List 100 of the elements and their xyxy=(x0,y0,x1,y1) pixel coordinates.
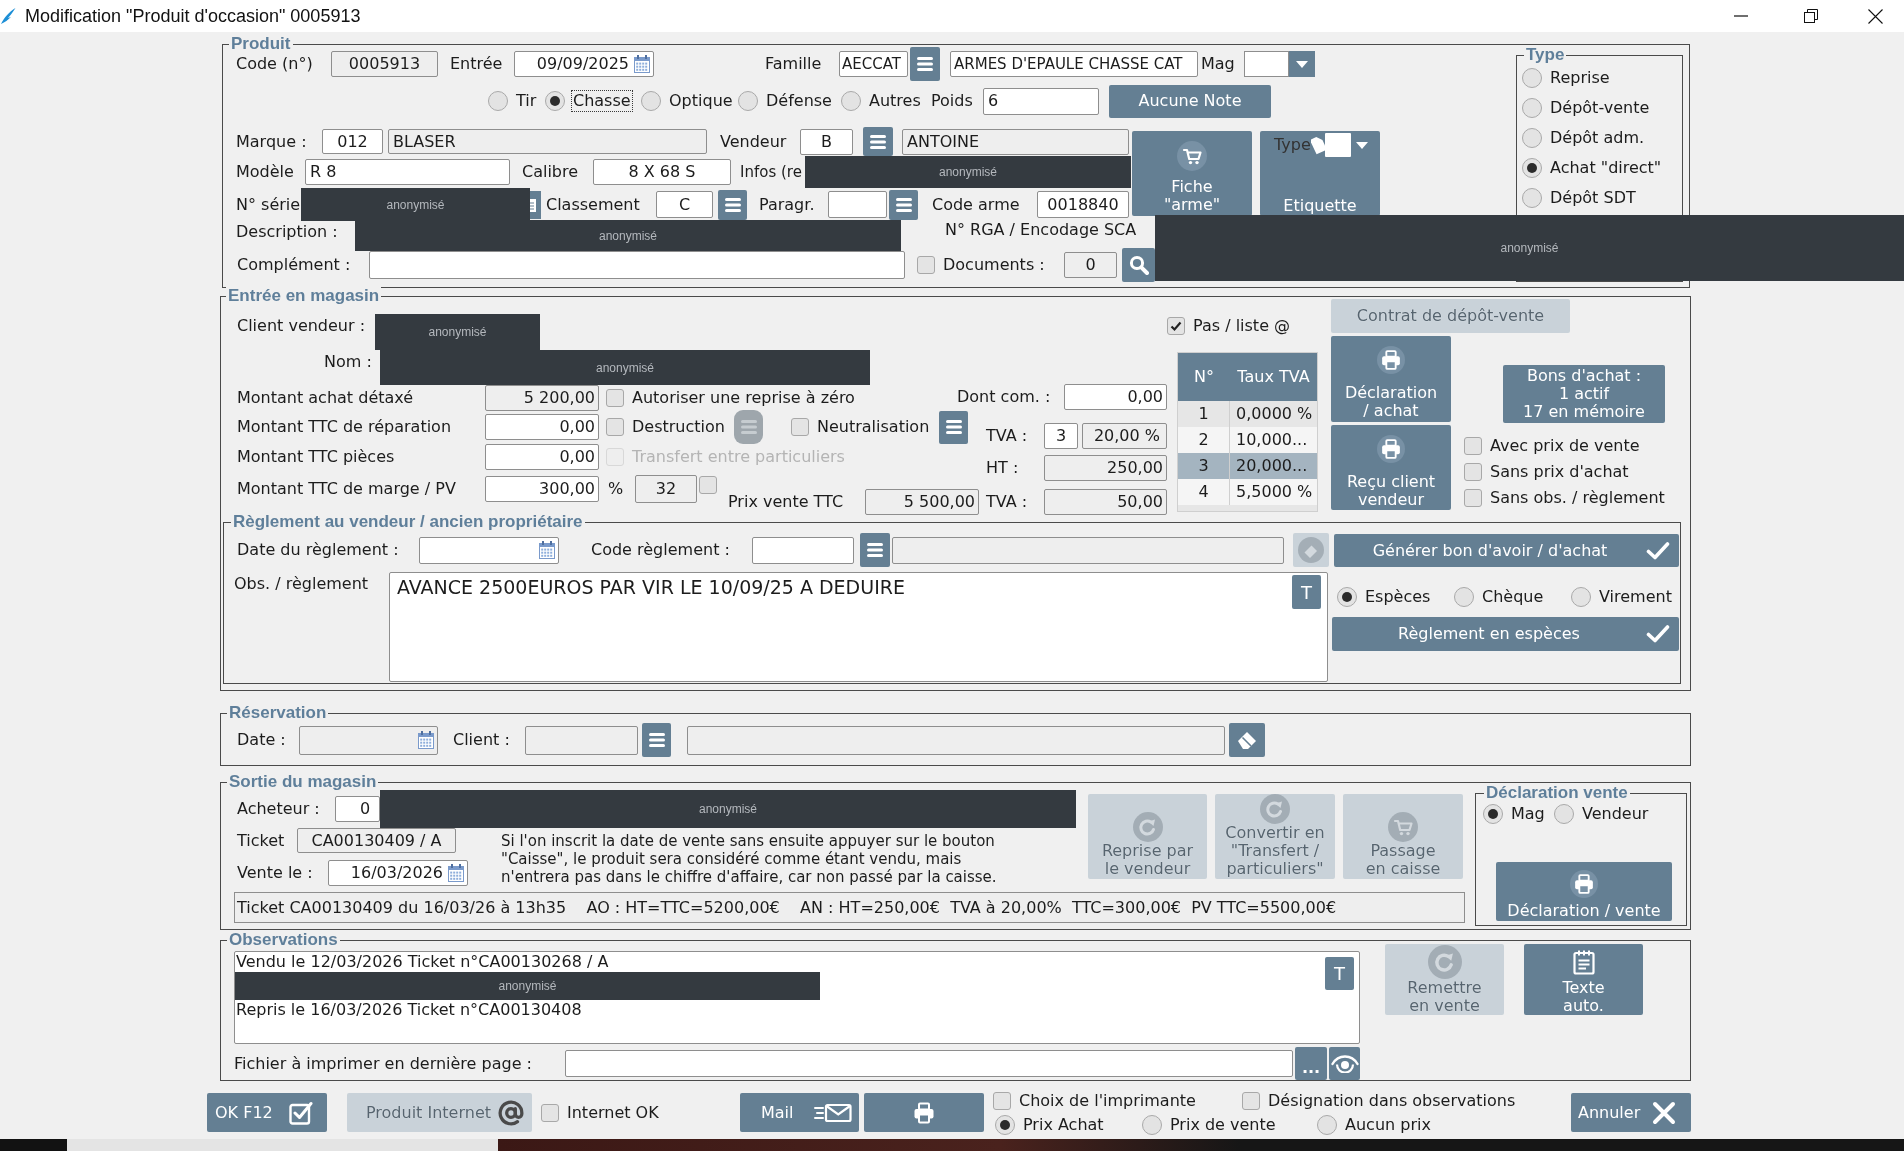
radio-button[interactable] xyxy=(1142,1114,1162,1135)
seller-receipt-button[interactable]: Reçu client vendeur xyxy=(1331,425,1451,510)
checkbox-option[interactable]: Destruction xyxy=(606,417,725,437)
text-field[interactable]: R 8 xyxy=(305,159,510,185)
text-field[interactable] xyxy=(828,191,887,218)
checkbox[interactable] xyxy=(1464,437,1482,455)
text-field[interactable]: 5 200,00 xyxy=(485,385,599,411)
radio-option[interactable]: Prix Achat xyxy=(995,1113,1106,1136)
list-button[interactable] xyxy=(939,410,968,444)
search-button[interactable] xyxy=(1122,248,1155,282)
text-field[interactable] xyxy=(369,251,905,279)
text-field[interactable]: ANTOINE xyxy=(902,128,1129,155)
checkbox-option[interactable]: Pas / liste @ xyxy=(1167,316,1291,336)
date-field[interactable] xyxy=(419,536,559,564)
checkbox[interactable] xyxy=(993,1091,1011,1110)
text-field[interactable]: 012 xyxy=(322,129,383,154)
date-field[interactable]: 09/09/2025 xyxy=(514,51,654,77)
checkbox-option[interactable]: Avec prix de vente xyxy=(1464,436,1640,456)
list-button[interactable] xyxy=(718,189,747,220)
text-field[interactable]: 32 xyxy=(635,475,697,503)
radio-button[interactable] xyxy=(841,91,861,111)
checkbox-option[interactable]: Choix de l'imprimante xyxy=(993,1090,1196,1111)
notes-field[interactable]: AVANCE 2500EUROS PAR VIR LE 10/09/25 A DEDUIRE T xyxy=(389,572,1328,682)
radio-button[interactable] xyxy=(1522,98,1542,118)
radio-button[interactable] xyxy=(1522,158,1542,178)
text-field[interactable] xyxy=(525,725,638,755)
radio-option[interactable]: Dépôt-vente xyxy=(1522,97,1652,119)
weapon-sheet-button[interactable]: Fiche "arme" xyxy=(1132,131,1252,216)
date-field[interactable] xyxy=(299,725,438,755)
radio-option[interactable]: Prix de vente xyxy=(1142,1113,1278,1136)
note-button[interactable]: Aucune Note xyxy=(1109,84,1271,118)
radio-button[interactable] xyxy=(545,91,565,111)
radio-option[interactable]: Autres xyxy=(841,90,923,112)
checkbox[interactable] xyxy=(699,476,717,494)
checkbox[interactable] xyxy=(791,418,809,436)
radio-option[interactable]: Optique xyxy=(641,90,735,112)
radio-option[interactable]: Dépôt SDT xyxy=(1522,187,1638,209)
text-field[interactable]: 0,00 xyxy=(485,414,599,440)
radio-option[interactable]: Tir xyxy=(488,90,539,112)
eraser-button[interactable] xyxy=(1229,723,1265,757)
radio-option[interactable]: Vendeur xyxy=(1554,803,1651,825)
radio-button[interactable] xyxy=(1522,128,1542,148)
vouchers-button[interactable]: Bons d'achat : 1 actif 17 en mémoire xyxy=(1503,365,1665,423)
radio-option[interactable]: Reprise xyxy=(1522,67,1612,89)
checkbox[interactable] xyxy=(606,418,624,436)
text-field[interactable]: BLASER xyxy=(388,129,707,154)
text-field[interactable]: 0,00 xyxy=(1064,384,1167,410)
radio-option[interactable]: Aucun prix xyxy=(1317,1113,1433,1136)
cash-payment-button[interactable]: Règlement en espèces xyxy=(1332,617,1679,651)
generate-voucher-button[interactable]: Générer bon d'avoir / d'achat xyxy=(1334,534,1679,567)
observations-field[interactable]: Vendu le 12/03/2026 Ticket n°CA00130268 / A anonymisé Repris le 16/03/2026 Ticket n°CA00130408 T xyxy=(234,951,1360,1044)
radio-button[interactable] xyxy=(1337,587,1357,607)
checkbox[interactable] xyxy=(1464,489,1482,507)
radio-button[interactable] xyxy=(488,91,508,111)
browse-button[interactable]: ... xyxy=(1295,1047,1327,1080)
text-field[interactable]: 0 xyxy=(335,796,380,822)
column-header[interactable]: Taux TVA xyxy=(1230,353,1317,401)
text-field[interactable] xyxy=(687,725,1225,755)
checkbox-option[interactable]: Sans prix d'achat xyxy=(1464,462,1629,482)
text-field[interactable]: 20,00 % xyxy=(1082,423,1167,449)
table-row[interactable]: 2 10,000... xyxy=(1178,427,1317,453)
radio-button[interactable] xyxy=(1571,587,1591,607)
text-field[interactable]: C xyxy=(656,191,713,218)
purchase-declaration-button[interactable]: Déclaration / achat xyxy=(1331,336,1451,422)
text-field[interactable]: 300,00 xyxy=(485,476,599,502)
radio-button[interactable] xyxy=(995,1114,1015,1135)
radio-button[interactable] xyxy=(1317,1114,1337,1135)
preview-button[interactable] xyxy=(1329,1047,1360,1080)
text-field[interactable]: ARMES D'EPAULE CHASSE CAT xyxy=(950,51,1198,77)
list-button[interactable] xyxy=(863,127,893,156)
text-field[interactable]: 6 xyxy=(983,87,1099,115)
checkbox[interactable] xyxy=(1242,1091,1260,1110)
list-button[interactable] xyxy=(889,189,918,220)
mag-dropdown[interactable] xyxy=(1244,51,1315,77)
list-button[interactable] xyxy=(642,723,671,757)
text-format-button[interactable]: T xyxy=(1292,575,1321,609)
radio-option[interactable]: Virement xyxy=(1571,586,1674,608)
auto-text-button[interactable]: Texte auto. xyxy=(1524,944,1643,1015)
radio-option[interactable]: Dépôt adm. xyxy=(1522,127,1647,149)
checkbox[interactable] xyxy=(541,1103,559,1122)
checkbox[interactable] xyxy=(606,389,624,407)
text-format-button[interactable]: T xyxy=(1325,957,1354,990)
checkbox[interactable] xyxy=(1464,463,1482,481)
checkbox-option[interactable]: Internet OK xyxy=(541,1102,659,1123)
table-row[interactable]: 3 20,000... xyxy=(1178,453,1317,479)
text-field[interactable] xyxy=(752,536,854,564)
checkbox-option[interactable]: Désignation dans observations xyxy=(1242,1090,1516,1111)
date-field[interactable]: 16/03/2026 xyxy=(328,860,468,886)
table-row[interactable]: 4 5,5000 % xyxy=(1178,479,1317,505)
radio-button[interactable] xyxy=(1522,68,1542,88)
text-field[interactable]: 50,00 xyxy=(1044,489,1167,515)
radio-button[interactable] xyxy=(1554,804,1574,824)
text-field[interactable] xyxy=(565,1050,1293,1077)
sale-declaration-button[interactable]: Déclaration / vente xyxy=(1496,862,1672,921)
print-button[interactable] xyxy=(864,1093,984,1132)
radio-button[interactable] xyxy=(1522,188,1542,208)
text-field[interactable]: 0005913 xyxy=(331,51,438,77)
radio-option[interactable]: Chèque xyxy=(1454,586,1546,608)
text-field[interactable]: 8 X 68 S xyxy=(593,159,731,185)
list-button[interactable] xyxy=(860,533,890,567)
